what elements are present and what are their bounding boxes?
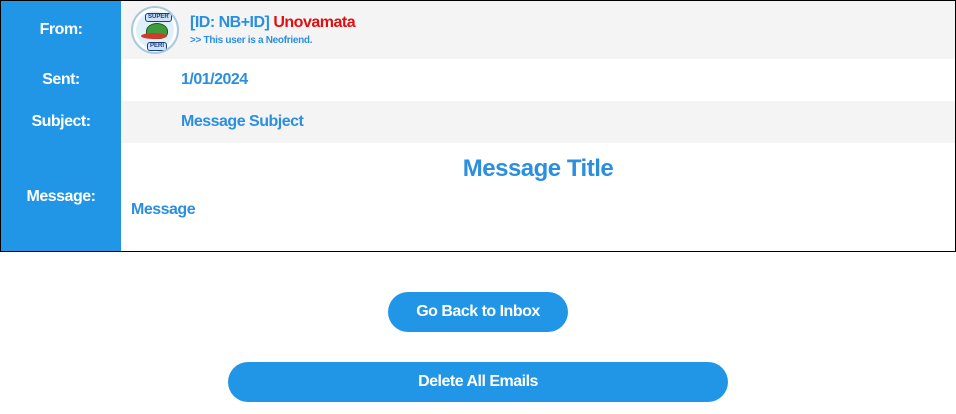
neofriend-note: >> This user is a Neofriend. [190,35,313,46]
message-body: Message [131,201,196,218]
sent-label: Sent: [1,59,121,101]
from-id-tag: [ID: NB+ID] [190,14,270,31]
message-cell: Message Title Message [121,143,955,251]
from-line: [ID: NB+ID] Unovamata [190,14,356,32]
from-label: From: [1,1,121,59]
delete-all-emails-button[interactable]: Delete All Emails [228,362,728,402]
go-back-to-inbox-button[interactable]: Go Back to Inbox [388,292,568,332]
from-text: [ID: NB+ID] Unovamata >> This user is a … [190,14,356,46]
from-username-link[interactable]: Unovamata [273,14,355,31]
subject-cell: Message Subject [121,101,955,143]
sent-date: 1/01/2024 [181,71,248,88]
message-label: Message: [1,143,121,251]
avatar-body [141,33,167,39]
avatar-badge-bottom: PERI [147,42,168,51]
subject-text: Message Subject [181,113,304,130]
from-cell: SUPER PERI [ID: NB+ID] Unovamata >> This… [121,1,955,59]
sent-cell: 1/01/2024 [121,59,955,101]
subject-label: Subject: [1,101,121,143]
avatar-badge-top: SUPER [145,13,172,22]
message-table: From: SUPER PERI [ID: NB+ID] Unovamata >… [0,0,956,252]
message-title: Message Title [462,155,614,182]
super-peri-avatar-icon[interactable]: SUPER PERI [131,6,179,54]
